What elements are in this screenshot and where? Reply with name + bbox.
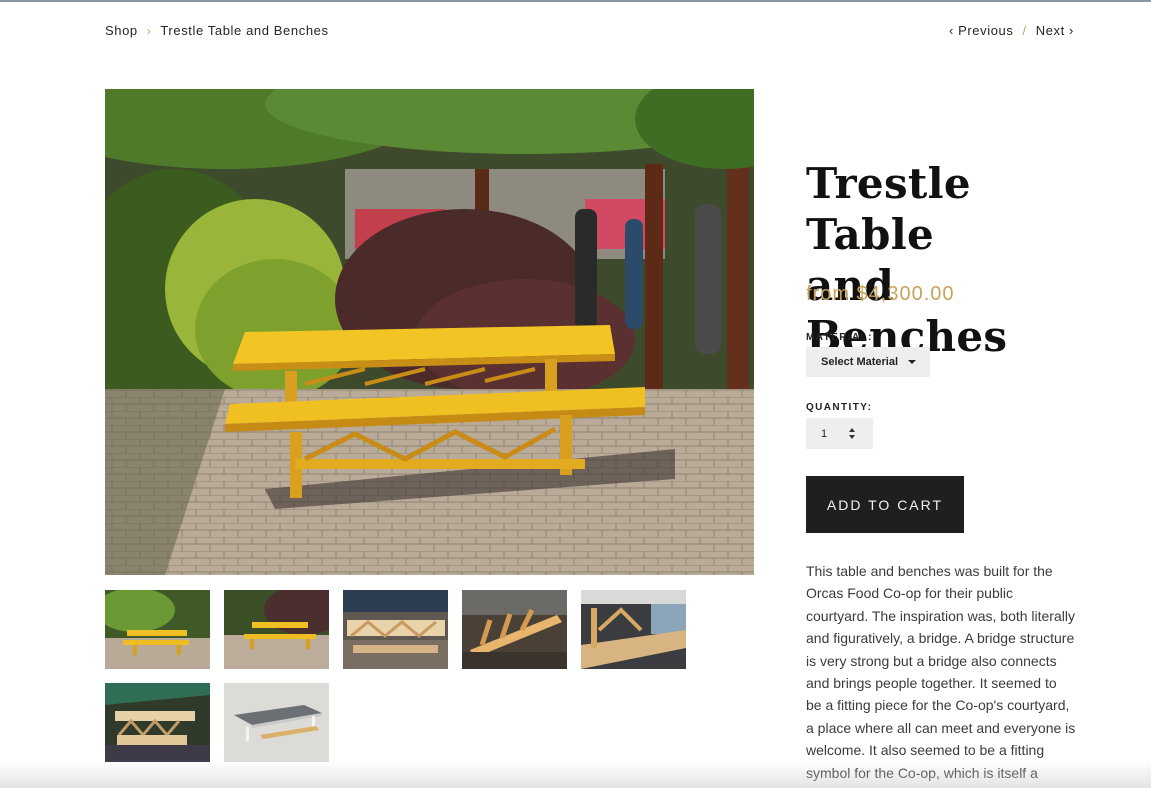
increment-arrow-icon [849, 428, 855, 432]
thumbnail-2-image [224, 590, 329, 669]
description-line: courtyard. The inspiration was, both lit… [806, 607, 1075, 624]
quantity-label: QUANTITY: [806, 402, 873, 413]
breadcrumb-current: Trestle Table and Benches [160, 23, 329, 38]
description-line: and brings people together. It seemed to [806, 675, 1057, 692]
description-line: This table and benches was built for the [806, 563, 1053, 579]
thumbnail-2[interactable] [224, 590, 329, 669]
description-line: is very strong but a bridge also connect… [806, 652, 1057, 669]
material-label: MATERIAL: [806, 332, 873, 343]
quantity-stepper[interactable]: 1 [806, 418, 873, 449]
thumbnail-6[interactable] [105, 683, 210, 762]
quantity-value: 1 [821, 427, 828, 440]
pager-divider: / [1022, 23, 1027, 38]
material-select[interactable]: Select Material [806, 347, 930, 377]
description-line: a place where all can meet and everyone … [806, 719, 1076, 736]
thumbnail-4[interactable] [462, 590, 567, 669]
thumbnail-1[interactable] [105, 590, 210, 669]
material-select-value: Select Material [821, 356, 899, 368]
description-line: and figuratively, a bridge. A bridge str… [806, 630, 1075, 647]
description-line: welcome. It also seemed to be a fitting [806, 742, 1045, 759]
thumbnail-6-image [105, 683, 210, 762]
decrement-arrow-icon [849, 435, 855, 439]
thumbnail-1-image [105, 590, 210, 669]
caret-down-icon [908, 360, 916, 364]
top-border [0, 0, 1151, 2]
description-line: Orcas Food Co-op for their public [806, 585, 1013, 602]
description-line: symbol for the Co-op, which is itself a [806, 764, 1038, 781]
previous-link[interactable]: ‹ Previous [949, 23, 1014, 38]
breadcrumb: Shop › Trestle Table and Benches [105, 23, 329, 38]
thumbnail-4-image [462, 590, 567, 669]
product-price: from $4,300.00 [806, 283, 955, 305]
thumbnail-5-image [581, 590, 686, 669]
main-product-photo [105, 89, 754, 575]
product-title-line-1: Trestle Table [806, 159, 971, 259]
product-description: This table and benches was built for the… [806, 560, 1078, 784]
chevron-right-icon: › [146, 23, 152, 38]
description-line: be a fitting piece for the Co-op's court… [806, 697, 1070, 714]
product-pager: ‹ Previous / Next › [949, 23, 1074, 38]
breadcrumb-shop-link[interactable]: Shop [105, 23, 138, 38]
next-link[interactable]: Next › [1036, 23, 1074, 38]
product-title-line-2: and Benches [806, 261, 1008, 361]
main-product-image[interactable] [105, 89, 754, 575]
thumbnail-7[interactable] [224, 683, 329, 762]
add-to-cart-button[interactable]: ADD TO CART [806, 476, 964, 533]
thumbnail-5[interactable] [581, 590, 686, 669]
thumbnail-7-image [224, 683, 329, 762]
up-down-stepper-icon[interactable] [849, 428, 857, 439]
thumbnail-3[interactable] [343, 590, 448, 669]
thumbnail-3-image [343, 590, 448, 669]
